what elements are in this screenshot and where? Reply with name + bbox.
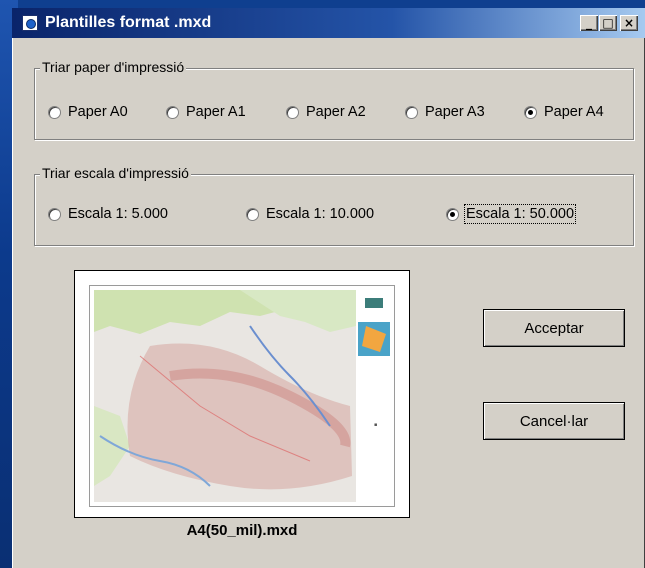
cancel-button[interactable]: Cancel·lar <box>483 402 625 440</box>
title-bar[interactable]: Plantilles format .mxd _ □ × <box>12 8 645 38</box>
radio-paper-a2-label: Paper A2 <box>306 104 366 120</box>
radio-paper-a4[interactable]: Paper A4 <box>524 104 604 120</box>
radio-paper-a3[interactable]: Paper A3 <box>405 104 485 120</box>
close-icon[interactable]: × <box>620 15 638 31</box>
radio-scale-10000-label: Escala 1: 10.000 <box>266 206 375 222</box>
minimize-icon[interactable]: _ <box>580 15 598 31</box>
radio-scale-50000-label: Escala 1: 50.000 <box>463 204 577 224</box>
scale-group-legend: Triar escala d'impressió <box>40 165 191 181</box>
radio-paper-a0-circle[interactable] <box>48 105 61 119</box>
preview-caption: A4(50_mil).mxd <box>186 522 298 539</box>
map-thumbnail: ▪ <box>89 285 395 507</box>
window-title: Plantilles format .mxd <box>45 14 212 31</box>
radio-paper-a2[interactable]: Paper A2 <box>286 104 366 120</box>
radio-paper-a2-circle[interactable] <box>286 105 299 119</box>
radio-paper-a1-circle[interactable] <box>166 105 179 119</box>
radio-paper-a4-label: Paper A4 <box>544 104 604 120</box>
radio-scale-50000[interactable]: Escala 1: 50.000 <box>446 204 577 224</box>
radio-scale-10000-circle[interactable] <box>246 207 259 221</box>
radio-paper-a1-label: Paper A1 <box>186 104 246 120</box>
radio-paper-a3-circle[interactable] <box>405 105 418 119</box>
radio-scale-50000-circle[interactable] <box>446 207 459 221</box>
radio-paper-a0[interactable]: Paper A0 <box>48 104 128 120</box>
radio-scale-5000-circle[interactable] <box>48 207 61 221</box>
radio-paper-a3-label: Paper A3 <box>425 104 485 120</box>
radio-paper-a0-label: Paper A0 <box>68 104 128 120</box>
radio-paper-a1[interactable]: Paper A1 <box>166 104 246 120</box>
template-preview: ▪ <box>74 270 410 518</box>
paper-group-legend: Triar paper d'impressió <box>40 59 187 75</box>
svg-text:▪: ▪ <box>374 422 377 428</box>
accept-button[interactable]: Acceptar <box>483 309 625 347</box>
radio-paper-a4-circle[interactable] <box>524 105 537 119</box>
app-icon[interactable] <box>22 15 38 31</box>
radio-scale-10000[interactable]: Escala 1: 10.000 <box>246 206 374 222</box>
radio-scale-5000-label: Escala 1: 5.000 <box>68 206 168 222</box>
map-image: ▪ <box>90 286 394 506</box>
dialog-window: Plantilles format .mxd _ □ × Triar paper… <box>12 8 645 568</box>
radio-scale-5000[interactable]: Escala 1: 5.000 <box>48 206 168 222</box>
maximize-icon[interactable]: □ <box>599 15 617 31</box>
